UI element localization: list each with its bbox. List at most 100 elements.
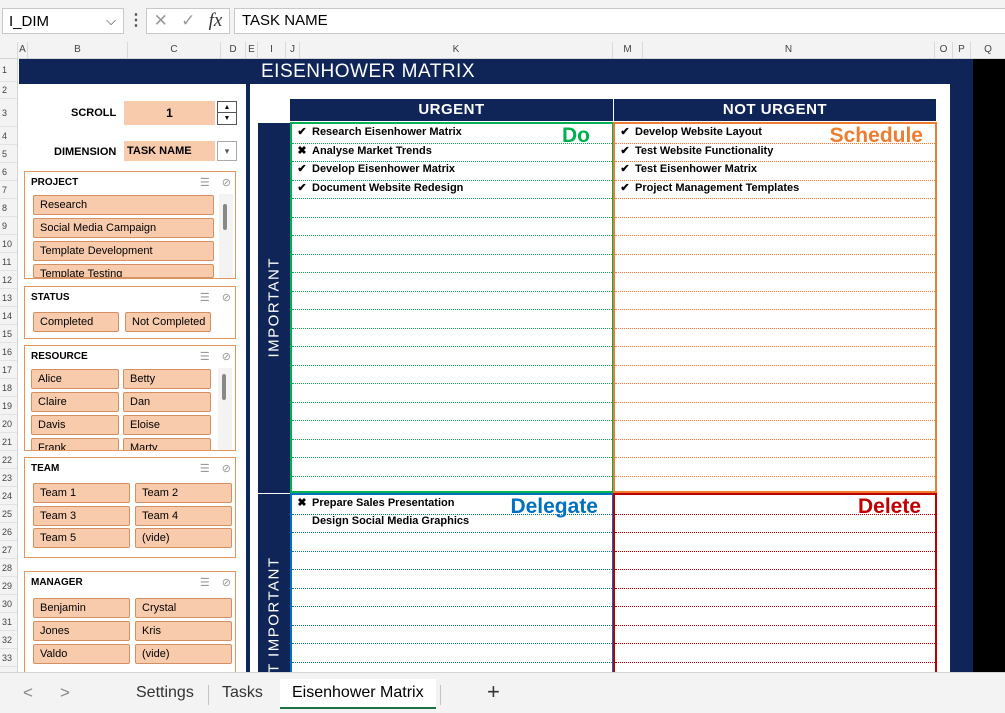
slicer-item[interactable]: Valdo (33, 644, 130, 664)
multiselect-icon[interactable]: ☰ (200, 462, 210, 475)
slicer-item[interactable]: Crystal (135, 598, 232, 618)
slicer-item[interactable]: Team 3 (33, 506, 130, 526)
slicer-item[interactable]: (vide) (135, 644, 232, 664)
multiselect-icon[interactable]: ☰ (200, 350, 210, 363)
multiselect-icon[interactable]: ☰ (200, 576, 210, 589)
task-item[interactable]: ✔ Develop Website Layout (615, 125, 762, 143)
column-header[interactable]: J (286, 42, 300, 59)
slicer-item[interactable]: Completed (33, 312, 119, 332)
row-header[interactable]: 10 (0, 235, 17, 253)
slicer-item[interactable]: Team 1 (33, 483, 130, 503)
clear-filter-icon[interactable]: ⊘ (222, 462, 231, 475)
row-header[interactable]: 3 (0, 99, 17, 127)
column-header[interactable]: C (128, 42, 221, 59)
row-header[interactable]: 11 (0, 253, 17, 271)
row-header[interactable]: 32 (0, 631, 17, 649)
row-header[interactable]: 1 (0, 59, 17, 82)
column-header[interactable]: M (613, 42, 643, 59)
row-header[interactable]: 33 (0, 649, 17, 667)
row-header[interactable]: 25 (0, 505, 17, 523)
spin-up-icon[interactable]: ▲ (218, 102, 236, 113)
column-header[interactable]: K (300, 42, 613, 59)
task-item[interactable]: ✔ Research Eisenhower Matrix (292, 125, 461, 143)
clear-filter-icon[interactable]: ⊘ (222, 350, 231, 363)
slicer-item[interactable]: Benjamin (33, 598, 130, 618)
formula-input[interactable]: TASK NAME (234, 8, 1005, 34)
task-item[interactable]: ✔ Document Website Redesign (292, 181, 463, 199)
task-item[interactable]: Design Social Media Graphics (292, 515, 469, 533)
column-header[interactable]: N (643, 42, 935, 59)
next-sheet-icon[interactable]: > (60, 683, 70, 703)
slicer-item[interactable]: Kris (135, 621, 232, 641)
slicer-item[interactable]: Team 2 (135, 483, 232, 503)
row-header[interactable]: 14 (0, 307, 17, 325)
row-header[interactable]: 24 (0, 487, 17, 505)
row-header[interactable]: 17 (0, 361, 17, 379)
row-header[interactable]: 30 (0, 595, 17, 613)
slicer-item[interactable]: Davis (31, 415, 119, 435)
column-header[interactable]: B (28, 42, 128, 59)
column-header[interactable]: A (18, 42, 28, 59)
slicer-item[interactable]: Template Testing (33, 264, 214, 278)
column-header[interactable]: I (258, 42, 286, 59)
slicer-item[interactable]: Research (33, 195, 214, 215)
row-header[interactable]: 22 (0, 451, 17, 469)
task-item[interactable]: ✔ Test Website Functionality (615, 144, 773, 162)
slicer-item[interactable]: Social Media Campaign (33, 218, 214, 238)
slicer-item[interactable]: Marty (123, 438, 211, 450)
task-item[interactable]: ✔ Develop Eisenhower Matrix (292, 162, 455, 180)
row-header[interactable]: 20 (0, 415, 17, 433)
column-header[interactable]: E (246, 42, 258, 59)
task-item[interactable]: ✔ Project Management Templates (615, 181, 799, 199)
column-header[interactable]: Q (971, 42, 1005, 59)
column-header[interactable]: P (953, 42, 971, 59)
slicer-item[interactable]: Team 4 (135, 506, 232, 526)
task-item[interactable]: ✖ Prepare Sales Presentation (292, 496, 454, 514)
row-header[interactable]: 19 (0, 397, 17, 415)
slicer-scrollbar[interactable] (219, 194, 233, 278)
slicer-item[interactable]: Eloise (123, 415, 211, 435)
multiselect-icon[interactable]: ☰ (200, 291, 210, 304)
add-sheet-button[interactable]: + (487, 679, 500, 705)
row-header[interactable]: 18 (0, 379, 17, 397)
row-header[interactable]: 6 (0, 163, 17, 181)
slicer-item[interactable]: Claire (31, 392, 119, 412)
slicer-item[interactable]: Dan (123, 392, 211, 412)
row-header[interactable]: 15 (0, 325, 17, 343)
slicer-item[interactable]: Not Completed (125, 312, 211, 332)
select-all-corner[interactable] (0, 42, 18, 59)
column-header[interactable]: O (935, 42, 953, 59)
column-header[interactable]: D (221, 42, 246, 59)
clear-filter-icon[interactable]: ⊘ (222, 291, 231, 304)
row-header[interactable]: 13 (0, 289, 17, 307)
row-header[interactable]: 31 (0, 613, 17, 631)
task-item[interactable]: ✔ Test Eisenhower Matrix (615, 162, 757, 180)
slicer-item[interactable]: Alice (31, 369, 119, 389)
tab-settings[interactable]: Settings (136, 679, 194, 709)
slicer-item[interactable]: Frank (31, 438, 119, 450)
dropdown-arrow-icon[interactable]: ▾ (217, 141, 237, 161)
row-header[interactable]: 27 (0, 541, 17, 559)
row-header[interactable]: 29 (0, 577, 17, 595)
enter-icon[interactable]: ✓ (181, 11, 195, 31)
slicer-item[interactable]: Jones (33, 621, 130, 641)
row-header[interactable]: 28 (0, 559, 17, 577)
row-header[interactable]: 21 (0, 433, 17, 451)
more-options-icon[interactable]: ⋮ (128, 10, 144, 30)
spin-down-icon[interactable]: ▼ (218, 113, 236, 124)
slicer-item[interactable]: Template Development (33, 241, 214, 261)
chevron-down-icon[interactable]: ⌵ (99, 13, 123, 29)
task-item[interactable]: ✖ Analyse Market Trends (292, 144, 431, 162)
scroll-value[interactable]: 1 (124, 101, 215, 125)
multiselect-icon[interactable]: ☰ (200, 176, 210, 189)
row-header[interactable]: 4 (0, 127, 17, 145)
row-header[interactable]: 26 (0, 523, 17, 541)
scroll-thumb[interactable] (222, 374, 226, 400)
scroll-thumb[interactable] (223, 204, 227, 230)
name-box[interactable]: I_DIM ⌵ (2, 8, 124, 34)
clear-filter-icon[interactable]: ⊘ (222, 176, 231, 189)
row-header[interactable]: 23 (0, 469, 17, 487)
slicer-item[interactable]: (vide) (135, 528, 232, 548)
dimension-select[interactable]: TASK NAME (124, 141, 215, 161)
slicer-item[interactable]: Team 5 (33, 528, 130, 548)
